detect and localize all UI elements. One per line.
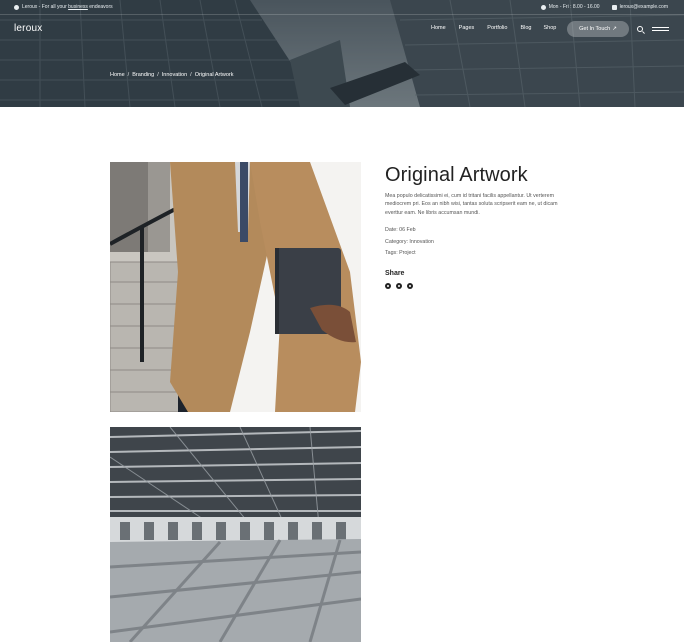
project-description: Mea populo delicatissimi ei, cum id trit… xyxy=(385,193,558,216)
breadcrumb-home[interactable]: Home xyxy=(110,72,125,78)
architecture-photo xyxy=(110,427,361,642)
hero-banner: Leroux - For all your business endeavors… xyxy=(0,0,684,107)
nav-shop[interactable]: Shop xyxy=(543,25,556,31)
tagline-prefix: Leroux - For all your xyxy=(22,4,69,10)
main-header: leroux Home Pages Portfolio Blog Shop Ge… xyxy=(0,16,684,42)
mail-icon xyxy=(611,4,617,10)
tagline-link[interactable]: business xyxy=(68,4,88,10)
clock-icon xyxy=(540,4,546,10)
search-icon[interactable] xyxy=(637,26,643,32)
share-icons xyxy=(385,282,565,289)
email-text[interactable]: leroux@example.com xyxy=(620,4,668,10)
project-info: Original Artwork Mea populo delicatissim… xyxy=(385,162,565,289)
share-heading: Share xyxy=(385,269,405,277)
page-title: Original Artwork xyxy=(385,164,528,186)
coat-photo xyxy=(110,162,361,412)
breadcrumb-innovation[interactable]: Innovation xyxy=(162,72,187,78)
tagline-suffix: endeavors xyxy=(87,4,113,10)
twitter-icon[interactable] xyxy=(396,282,402,289)
chat-icon xyxy=(14,4,19,10)
opening-hours: Mon - Fri : 8.00 - 16.00 xyxy=(540,4,600,10)
nav-portfolio[interactable]: Portfolio xyxy=(487,25,507,31)
project-meta: Date: 06 Feb Category: Innovation Tags: … xyxy=(385,227,565,262)
nav-blog[interactable]: Blog xyxy=(520,25,531,31)
breadcrumb-current: Original Artwork xyxy=(194,72,234,78)
main-nav: Home Pages Portfolio Blog Shop xyxy=(431,25,556,31)
project-image-architecture xyxy=(110,427,361,642)
arrow-up-right-icon: ↗ xyxy=(612,26,617,32)
nav-pages[interactable]: Pages xyxy=(459,25,475,31)
email-contact[interactable]: leroux@example.com xyxy=(611,4,668,10)
topbar-divider xyxy=(0,14,684,15)
get-in-touch-button[interactable]: Get In Touch ↗ xyxy=(567,21,629,37)
opening-hours-text: Mon - Fri : 8.00 - 16.00 xyxy=(548,4,600,10)
hamburger-menu-icon[interactable] xyxy=(652,26,669,32)
breadcrumb-branding[interactable]: Branding xyxy=(132,72,154,78)
project-image-coat xyxy=(110,162,361,412)
cta-label: Get In Touch xyxy=(579,26,611,32)
meta-date: Date: 06 Feb xyxy=(385,227,416,234)
nav-home[interactable]: Home xyxy=(431,25,446,31)
tagline: Leroux - For all your business endeavors xyxy=(14,4,113,10)
facebook-icon[interactable] xyxy=(385,282,391,289)
meta-category[interactable]: Category: Innovation xyxy=(385,239,565,251)
top-info-bar: Leroux - For all your business endeavors… xyxy=(0,0,684,14)
site-logo[interactable]: leroux xyxy=(14,23,42,34)
breadcrumb: Home / Branding / Innovation / Original Art… xyxy=(110,72,234,78)
dribbble-icon[interactable] xyxy=(407,282,413,289)
meta-tags[interactable]: Tags: Project xyxy=(385,250,565,262)
